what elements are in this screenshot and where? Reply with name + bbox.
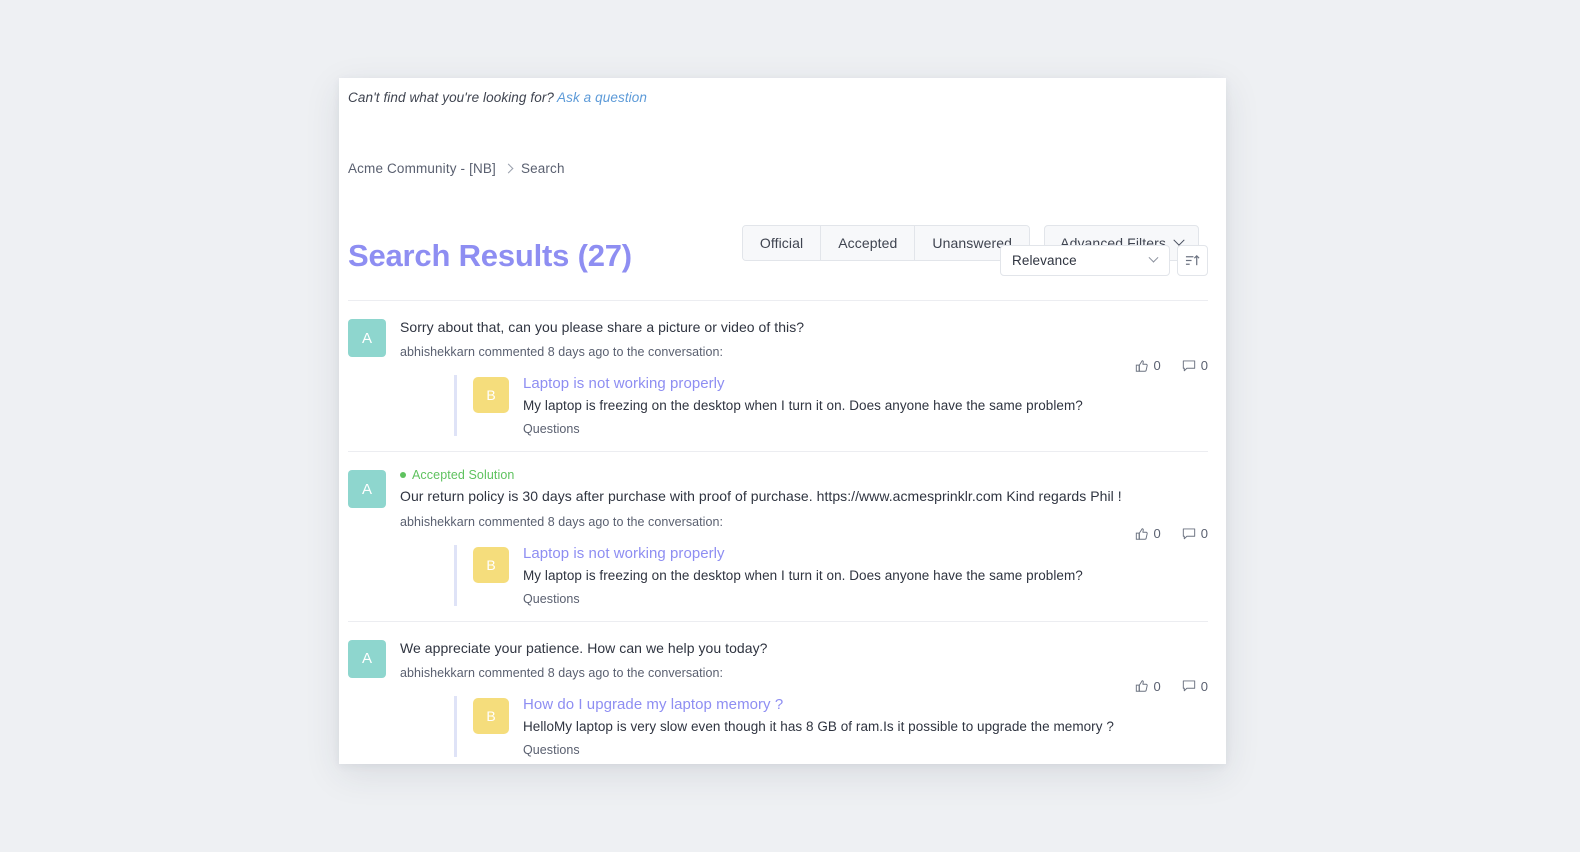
- avatar: B: [473, 546, 509, 583]
- quoted-conversation[interactable]: B Laptop is not working properly My lapt…: [454, 544, 1208, 606]
- quoted-conversation[interactable]: B Laptop is not working properly My lapt…: [454, 375, 1208, 437]
- result-stats: 0 0: [1135, 679, 1208, 694]
- result-snippet: We appreciate your patience. How can we …: [400, 639, 768, 656]
- result-item[interactable]: A We appreciate your patience. How can w…: [348, 620, 1208, 764]
- sort-by-select[interactable]: Relevance: [1000, 245, 1170, 276]
- breadcrumb-filter-row: Acme Community - [NB] Search Official Ac…: [348, 150, 1208, 261]
- quoted-category: Questions: [523, 591, 580, 606]
- comment-count: 0: [1200, 526, 1208, 542]
- like-stat[interactable]: 0: [1135, 526, 1161, 541]
- avatar: B: [473, 377, 509, 414]
- comment-count: 0: [1200, 678, 1208, 694]
- comment-count: 0: [1200, 358, 1208, 373]
- results-list: A Sorry about that, can you please share…: [348, 300, 1208, 764]
- result-content: Sorry about that, can you please share a…: [400, 317, 1208, 437]
- breadcrumb-item-search: Search: [520, 161, 565, 176]
- like-count: 0: [1153, 358, 1161, 373]
- chevron-right-icon: [503, 163, 514, 173]
- result-content: We appreciate your patience. How can we …: [400, 638, 1208, 757]
- result-meta: abhishekkarn commented 8 days ago to the…: [400, 665, 724, 680]
- like-stat[interactable]: 0: [1135, 679, 1161, 694]
- comment-icon: [1182, 680, 1195, 692]
- quoted-title-link[interactable]: Laptop is not working properly: [523, 545, 725, 562]
- status-dot-icon: [400, 472, 406, 479]
- comment-stat[interactable]: 0: [1182, 358, 1208, 373]
- quoted-category: Questions: [523, 422, 580, 437]
- result-snippet: Our return policy is 30 days after purch…: [400, 488, 1122, 505]
- ask-question-bar: Can't find what you're looking for? Ask a…: [339, 78, 1226, 105]
- result-item[interactable]: A Accepted Solution Our return policy is…: [348, 451, 1208, 620]
- result-stats: 0 0: [1135, 526, 1208, 541]
- quoted-content: Laptop is not working properly My laptop…: [523, 545, 1208, 606]
- page-background: Can't find what you're looking for? Ask a…: [0, 0, 1580, 852]
- quoted-title-link[interactable]: How do I upgrade my laptop memory ?: [523, 696, 783, 713]
- accepted-solution-badge: Accepted Solution: [400, 468, 1208, 482]
- quoted-description: My laptop is freezing on the desktop whe…: [523, 567, 1083, 583]
- result-content: Accepted Solution Our return policy is 3…: [400, 468, 1208, 606]
- quoted-conversation[interactable]: B How do I upgrade my laptop memory ? He…: [454, 695, 1208, 757]
- ask-question-prompt: Can't find what you're looking for?: [348, 90, 555, 105]
- result-meta: abhishekkarn commented 8 days ago to the…: [400, 345, 724, 360]
- quoted-content: Laptop is not working properly My laptop…: [523, 375, 1208, 436]
- avatar: A: [348, 470, 386, 509]
- result-item[interactable]: A Sorry about that, can you please share…: [348, 300, 1208, 451]
- result-stats: 0 0: [1135, 358, 1208, 373]
- like-stat[interactable]: 0: [1135, 358, 1161, 373]
- page-title: Search Results (27): [348, 238, 632, 273]
- like-count: 0: [1153, 526, 1161, 542]
- avatar: A: [348, 639, 386, 678]
- accepted-solution-label: Accepted Solution: [412, 468, 515, 483]
- avatar: A: [348, 319, 386, 357]
- sort-by-value: Relevance: [1012, 253, 1077, 268]
- result-meta: abhishekkarn commented 8 days ago to the…: [400, 514, 724, 529]
- thumbs-up-icon: [1135, 359, 1148, 372]
- comment-stat[interactable]: 0: [1182, 526, 1208, 541]
- quoted-category: Questions: [523, 742, 580, 757]
- sort-controls: Relevance: [1000, 245, 1208, 276]
- chevron-down-icon: [1148, 252, 1159, 263]
- avatar: B: [473, 697, 509, 734]
- sort-ascending-icon: [1185, 254, 1200, 266]
- quoted-title-link[interactable]: Laptop is not working properly: [523, 375, 725, 392]
- result-snippet: Sorry about that, can you please share a…: [400, 319, 805, 335]
- quoted-content: How do I upgrade my laptop memory ? Hell…: [523, 696, 1208, 757]
- search-results-card: Can't find what you're looking for? Ask a…: [339, 78, 1226, 764]
- sort-direction-button[interactable]: [1177, 245, 1208, 276]
- quoted-description: My laptop is freezing on the desktop whe…: [523, 398, 1083, 414]
- like-count: 0: [1153, 678, 1161, 694]
- quoted-description: HelloMy laptop is very slow even though …: [523, 718, 1114, 734]
- ask-a-question-link[interactable]: Ask a question: [557, 90, 647, 105]
- breadcrumb: Acme Community - [NB] Search: [348, 161, 565, 176]
- results-header: Search Results (27) Relevance: [348, 238, 1208, 294]
- comment-icon: [1182, 359, 1195, 371]
- thumbs-up-icon: [1135, 680, 1148, 692]
- thumbs-up-icon: [1135, 528, 1148, 540]
- comment-icon: [1182, 528, 1195, 540]
- comment-stat[interactable]: 0: [1182, 679, 1208, 694]
- breadcrumb-item-community[interactable]: Acme Community - [NB]: [348, 161, 496, 176]
